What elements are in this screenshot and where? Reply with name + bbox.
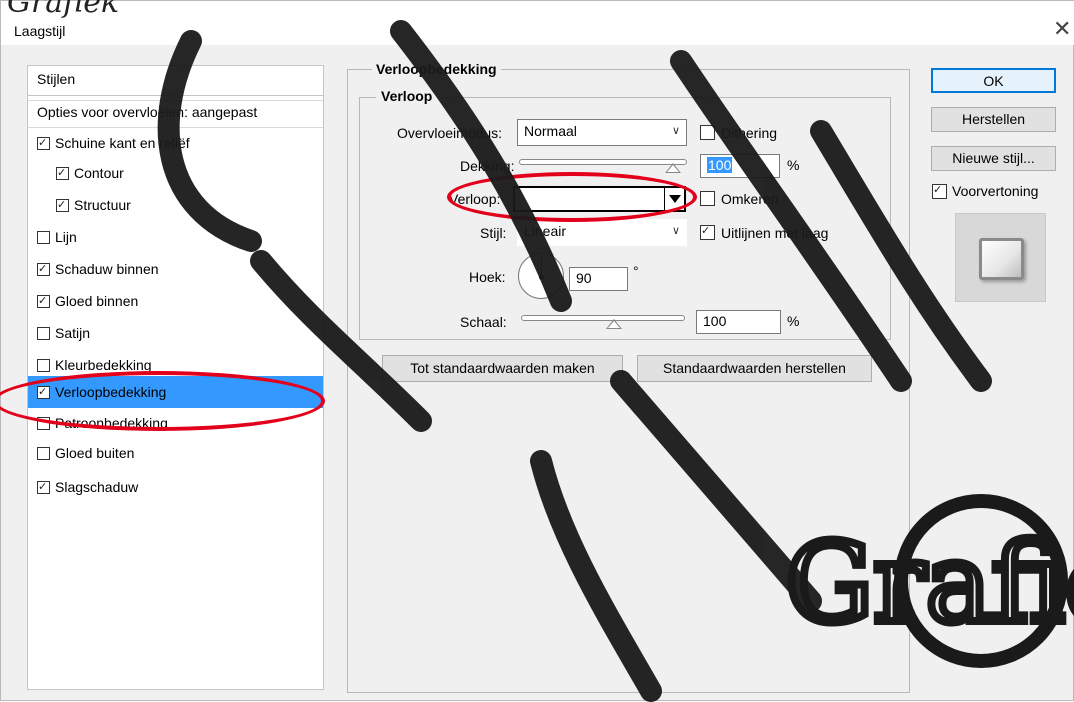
gradient-title: Verloop xyxy=(376,88,438,104)
angle-input[interactable]: 90 xyxy=(569,267,628,291)
dropdown-arrow-icon[interactable] xyxy=(664,188,684,210)
blend-mode-select[interactable]: Normaal ∨ xyxy=(517,119,687,146)
layer-style-dialog: Laagstijl ✕ Stijlen Opties voor overvloe… xyxy=(0,0,1074,702)
gradient-label: Verloop: xyxy=(449,191,501,207)
checkbox-icon[interactable] xyxy=(37,295,50,308)
new-style-button[interactable]: Nieuwe stijl... xyxy=(931,146,1056,171)
styles-header[interactable]: Stijlen xyxy=(28,66,323,96)
checkbox-icon[interactable] xyxy=(37,231,50,244)
scale-slider[interactable] xyxy=(521,315,685,321)
dither-checkbox[interactable] xyxy=(700,125,715,140)
align-with-layer-label: Uitlijnen met laag xyxy=(721,225,829,241)
style-item-satin[interactable]: Satijn xyxy=(28,320,323,348)
chevron-down-icon: ∨ xyxy=(671,125,680,137)
watermark-text: Grafiek xyxy=(7,0,120,20)
style-item-gradient-overlay[interactable]: Verloopbedekking xyxy=(28,376,323,408)
checkbox-icon[interactable] xyxy=(37,386,50,399)
opacity-label: Dekking: xyxy=(460,158,515,174)
scale-slider-thumb[interactable] xyxy=(606,319,622,329)
preview-label: Voorvertoning xyxy=(952,183,1039,199)
dither-label: Dithering xyxy=(721,125,778,141)
style-preview-thumbnail xyxy=(955,213,1046,302)
title-bar: Laagstijl ✕ xyxy=(1,1,1074,45)
reset-button[interactable]: Herstellen xyxy=(931,107,1056,132)
style-item-contour[interactable]: Contour xyxy=(28,160,323,188)
style-item-stroke[interactable]: Lijn xyxy=(28,224,323,252)
preview-swatch xyxy=(979,238,1024,280)
style-item-texture[interactable]: Structuur xyxy=(28,192,323,220)
scale-unit: % xyxy=(787,313,800,329)
checkbox-icon[interactable] xyxy=(37,137,50,150)
checkbox-icon[interactable] xyxy=(37,447,50,460)
style-item-pattern-overlay[interactable]: Patroonbedekking xyxy=(28,410,323,438)
align-with-layer-checkbox[interactable] xyxy=(700,225,715,240)
scale-label: Schaal: xyxy=(460,314,507,330)
checkbox-icon[interactable] xyxy=(56,199,69,212)
style-item-drop-shadow[interactable]: Slagschaduw xyxy=(28,474,323,502)
opacity-input[interactable]: 100 xyxy=(700,154,780,178)
opacity-unit: % xyxy=(787,157,800,173)
ok-button[interactable]: OK xyxy=(931,68,1056,93)
checkbox-icon[interactable] xyxy=(37,263,50,276)
gradient-overlay-title: Verloopbedekking xyxy=(372,61,501,77)
checkbox-icon[interactable] xyxy=(37,417,50,430)
reverse-checkbox[interactable] xyxy=(700,191,715,206)
window-title: Laagstijl xyxy=(14,23,66,39)
opacity-slider[interactable] xyxy=(519,159,687,165)
blending-options-item[interactable]: Opties voor overvloeien: aangepast xyxy=(28,100,323,128)
angle-unit: ° xyxy=(633,263,639,279)
styles-list-panel: Stijlen Opties voor overvloeien: aangepa… xyxy=(27,65,324,690)
angle-dial[interactable] xyxy=(518,253,564,299)
style-item-inner-shadow[interactable]: Schaduw binnen xyxy=(28,256,323,284)
angle-label: Hoek: xyxy=(469,269,506,285)
scale-input[interactable]: 100 xyxy=(696,310,781,334)
checkbox-icon[interactable] xyxy=(37,359,50,372)
style-select[interactable]: Lineair ∨ xyxy=(517,219,687,246)
opacity-slider-thumb[interactable] xyxy=(665,163,681,173)
preview-checkbox[interactable] xyxy=(932,184,947,199)
blend-mode-label: Overvloeimodus: xyxy=(397,125,503,141)
chevron-down-icon: ∨ xyxy=(671,225,680,237)
make-default-button[interactable]: Tot standaardwaarden maken xyxy=(382,355,623,382)
style-label: Stijl: xyxy=(480,225,507,241)
reverse-label: Omkeren xyxy=(721,191,779,207)
style-item-outer-glow[interactable]: Gloed buiten xyxy=(28,440,323,468)
checkbox-icon[interactable] xyxy=(37,481,50,494)
checkbox-icon[interactable] xyxy=(56,167,69,180)
style-item-inner-glow[interactable]: Gloed binnen xyxy=(28,288,323,316)
gradient-picker[interactable] xyxy=(513,186,686,212)
style-item-bevel-emboss[interactable]: Schuine kant en reliëf xyxy=(28,130,323,158)
reset-to-default-button[interactable]: Standaardwaarden herstellen xyxy=(637,355,872,382)
close-icon[interactable]: ✕ xyxy=(1053,16,1071,42)
checkbox-icon[interactable] xyxy=(37,327,50,340)
